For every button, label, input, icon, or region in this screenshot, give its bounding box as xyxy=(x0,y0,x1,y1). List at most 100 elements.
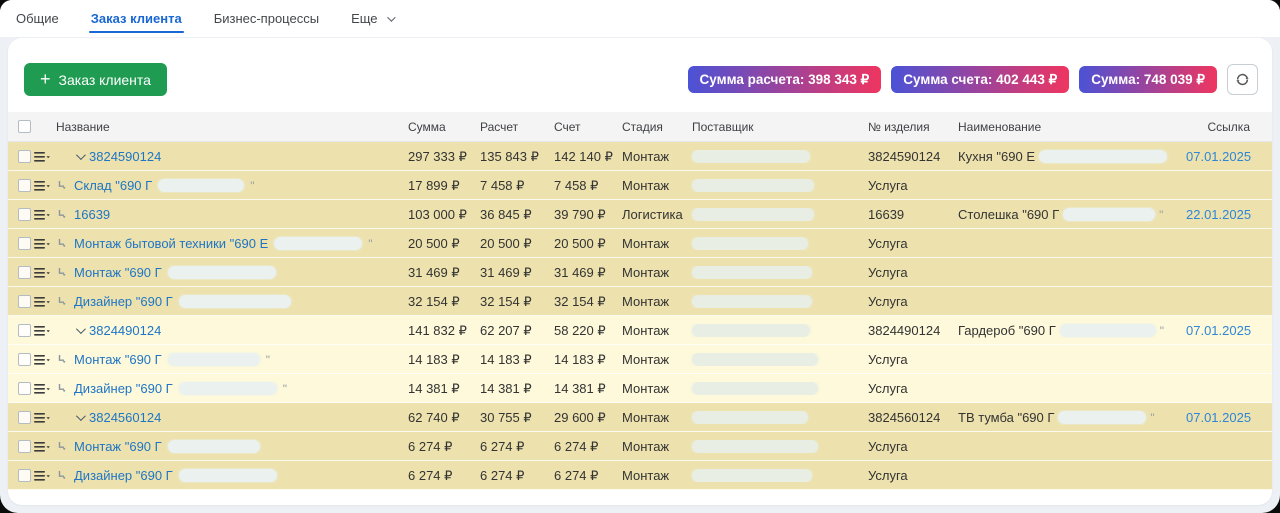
cell-supplier xyxy=(686,266,862,279)
cell-sum: 62 740 ₽ xyxy=(398,410,472,426)
row-checkbox[interactable] xyxy=(18,208,31,221)
cell-sum: 31 469 ₽ xyxy=(398,265,472,281)
collapse-chevron-icon[interactable] xyxy=(76,324,86,334)
collapse-chevron-icon[interactable] xyxy=(76,150,86,160)
summary-tools: Сумма расчета: 398 343 ₽ Сумма счета: 40… xyxy=(688,64,1258,95)
tab-zakaz-klienta[interactable]: Заказ клиента xyxy=(89,0,184,37)
col-header-sum[interactable]: Сумма xyxy=(398,120,472,134)
row-date-link[interactable]: 22.01.2025 xyxy=(1186,207,1251,222)
cell-stage: Монтаж xyxy=(616,294,686,309)
burger-menu-icon xyxy=(34,354,50,366)
select-all-checkbox[interactable] xyxy=(18,120,31,133)
row-menu-button[interactable] xyxy=(34,209,56,221)
row-menu-button[interactable] xyxy=(34,151,56,163)
row-date-link[interactable]: 07.01.2025 xyxy=(1186,149,1251,164)
add-order-button[interactable]: + Заказ клиента xyxy=(24,63,167,96)
row-menu-button[interactable] xyxy=(34,354,56,366)
cell-checkbox xyxy=(8,382,34,395)
tab-biznes-protsessy[interactable]: Бизнес-процессы xyxy=(212,0,321,37)
cell-stage: Монтаж xyxy=(616,410,686,425)
cell-supplier xyxy=(686,382,862,395)
col-header-supplier[interactable]: Поставщик xyxy=(686,120,862,134)
table-row: Монтаж "690 Г31 469 ₽31 469 ₽31 469 ₽Мон… xyxy=(8,258,1272,287)
sub-item-arrow-icon xyxy=(57,267,68,278)
tab-eshche[interactable]: Еще xyxy=(349,0,394,37)
sub-item-arrow-icon xyxy=(57,209,68,220)
row-name-link[interactable]: Склад "690 Г xyxy=(74,178,152,193)
row-name-link[interactable]: 3824560124 xyxy=(89,410,161,425)
cell-calc: 14 183 ₽ xyxy=(472,352,546,368)
cell-sum: 297 333 ₽ xyxy=(398,149,472,165)
row-menu-button[interactable] xyxy=(34,412,56,424)
row-name-link[interactable]: 3824490124 xyxy=(89,323,161,338)
redacted-suffix: " xyxy=(1160,324,1164,338)
row-name-link[interactable]: Монтаж "690 Г xyxy=(74,265,162,280)
row-checkbox[interactable] xyxy=(18,353,31,366)
row-menu-button[interactable] xyxy=(34,470,56,482)
row-checkbox[interactable] xyxy=(18,324,31,337)
row-checkbox[interactable] xyxy=(18,266,31,279)
cell-sum: 32 154 ₽ xyxy=(398,294,472,310)
col-header-invoice[interactable]: Счет xyxy=(546,120,616,134)
redacted-text xyxy=(1063,208,1155,221)
refresh-icon xyxy=(1235,72,1250,87)
row-name-link[interactable]: Дизайнер "690 Г xyxy=(74,468,173,483)
redacted-suffix: " xyxy=(1150,411,1154,425)
collapse-chevron-icon[interactable] xyxy=(76,411,86,421)
col-header-stage[interactable]: Стадия xyxy=(616,120,686,134)
burger-menu-icon xyxy=(34,209,50,221)
row-name-link[interactable]: Дизайнер "690 Г xyxy=(74,381,173,396)
col-header-item[interactable]: Наименование xyxy=(952,120,1186,134)
row-name-link[interactable]: Дизайнер "690 Г xyxy=(74,294,173,309)
row-date-link[interactable]: 07.01.2025 xyxy=(1186,323,1251,338)
row-checkbox[interactable] xyxy=(18,179,31,192)
cell-checkbox xyxy=(8,411,34,424)
row-checkbox[interactable] xyxy=(18,469,31,482)
row-checkbox[interactable] xyxy=(18,150,31,163)
row-checkbox[interactable] xyxy=(18,237,31,250)
row-name-link[interactable]: Монтаж "690 Г xyxy=(74,439,162,454)
refresh-button[interactable] xyxy=(1227,64,1258,95)
cell-name: Монтаж "690 Г xyxy=(56,439,398,454)
cell-invoice: 14 381 ₽ xyxy=(546,381,616,397)
row-menu-button[interactable] xyxy=(34,441,56,453)
row-checkbox[interactable] xyxy=(18,295,31,308)
redacted-text xyxy=(692,208,814,221)
cell-checkbox xyxy=(8,324,34,337)
redacted-text xyxy=(692,469,812,482)
col-header-link[interactable]: Ссылка xyxy=(1186,120,1272,134)
row-menu-button[interactable] xyxy=(34,238,56,250)
col-header-calc[interactable]: Расчет xyxy=(472,120,546,134)
row-name-link[interactable]: 3824590124 xyxy=(89,149,161,164)
row-name-link[interactable]: Монтаж "690 Г xyxy=(74,352,162,367)
row-menu-button[interactable] xyxy=(34,267,56,279)
sum-invoice-badge: Сумма счета: 402 443 ₽ xyxy=(891,66,1069,93)
cell-name: Дизайнер "690 Г" xyxy=(56,381,398,396)
add-order-label: Заказ клиента xyxy=(59,72,151,88)
cell-link: 07.01.2025 xyxy=(1186,323,1272,338)
tab-obshchie[interactable]: Общие xyxy=(14,0,61,37)
cell-calc: 36 845 ₽ xyxy=(472,207,546,223)
cell-product-no: Услуга xyxy=(862,178,952,193)
cell-invoice: 6 274 ₽ xyxy=(546,439,616,455)
redacted-text xyxy=(1058,411,1146,424)
cell-product-no: Услуга xyxy=(862,439,952,454)
row-menu-button[interactable] xyxy=(34,383,56,395)
sum-calc-badge: Сумма расчета: 398 343 ₽ xyxy=(688,66,882,93)
row-name-link[interactable]: 16639 xyxy=(74,207,110,222)
row-date-link[interactable]: 07.01.2025 xyxy=(1186,410,1251,425)
cell-invoice: 142 140 ₽ xyxy=(546,149,616,165)
col-header-name[interactable]: Название xyxy=(56,120,398,134)
cell-invoice: 7 458 ₽ xyxy=(546,178,616,194)
row-menu-button[interactable] xyxy=(34,296,56,308)
row-menu-button[interactable] xyxy=(34,325,56,337)
cell-stage: Монтаж xyxy=(616,352,686,367)
cell-calc: 31 469 ₽ xyxy=(472,265,546,281)
row-name-link[interactable]: Монтаж бытовой техники "690 Е xyxy=(74,236,268,251)
row-checkbox[interactable] xyxy=(18,440,31,453)
row-menu-button[interactable] xyxy=(34,180,56,192)
col-header-product-no[interactable]: № изделия xyxy=(862,120,952,134)
row-checkbox[interactable] xyxy=(18,411,31,424)
cell-invoice: 20 500 ₽ xyxy=(546,236,616,252)
row-checkbox[interactable] xyxy=(18,382,31,395)
